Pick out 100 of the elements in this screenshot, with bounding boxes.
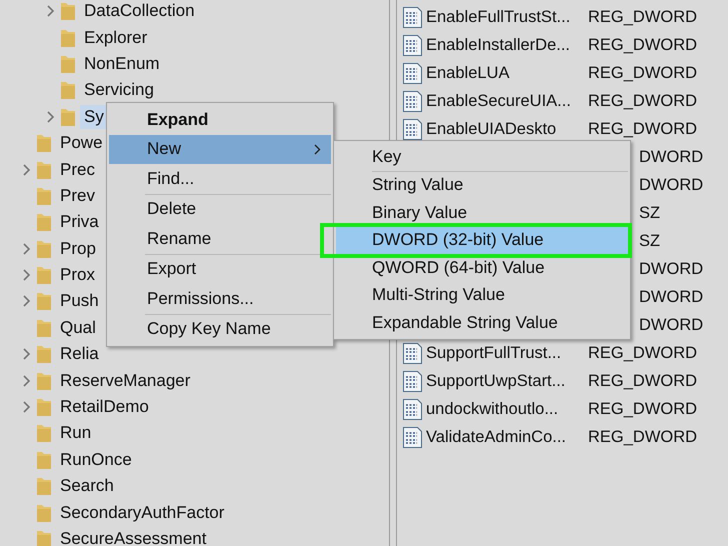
value-name[interactable]: EnableInstallerDe... — [426, 36, 588, 54]
value-name[interactable]: EnableLUA — [426, 64, 588, 82]
binary-value-icon — [403, 370, 422, 392]
tree-item[interactable]: DataCollection — [80, 0, 199, 24]
tree-item[interactable]: Run — [56, 421, 96, 446]
menu-item[interactable]: Delete — [109, 194, 331, 224]
folder-icon — [60, 1, 76, 22]
value-type: DWORD — [639, 260, 704, 278]
folder-icon — [36, 397, 52, 418]
binary-value-icon — [403, 34, 422, 56]
chevron-right-icon[interactable] — [47, 5, 55, 18]
folder-icon — [36, 344, 52, 364]
menu-item[interactable]: Find... — [109, 164, 331, 194]
value-type: REG_DWORD — [588, 36, 698, 54]
chevron-right-icon[interactable] — [23, 164, 31, 176]
tree-item[interactable]: Sy — [80, 104, 108, 129]
tree-item[interactable]: ReserveManager — [56, 368, 194, 393]
menu-item[interactable]: Expandable String Value — [336, 309, 628, 336]
folder-icon — [36, 370, 52, 391]
menu-item[interactable]: Multi-String Value — [336, 282, 628, 309]
value-name[interactable]: SupportUwpStart... — [426, 372, 588, 390]
folder-icon — [36, 450, 52, 470]
menu-item[interactable]: QWORD (64-bit) Value — [336, 254, 628, 282]
chevron-right-icon — [314, 144, 321, 155]
tree-item[interactable]: Priva — [56, 210, 103, 234]
chevron-right-icon[interactable] — [23, 242, 31, 255]
tree-item[interactable]: Search — [56, 474, 118, 498]
menu-item[interactable]: Rename — [109, 224, 331, 254]
folder-icon — [36, 238, 52, 259]
binary-value-icon — [403, 342, 422, 364]
menu-item[interactable]: DWORD (32-bit) Value — [336, 226, 628, 254]
chevron-right-icon[interactable] — [23, 401, 31, 414]
binary-value-icon — [403, 62, 422, 84]
value-type: REG_DWORD — [588, 120, 698, 138]
tree-item[interactable]: Push — [56, 289, 103, 314]
binary-value-icon — [403, 90, 422, 112]
value-type: DWORD — [639, 316, 704, 334]
folder-icon — [36, 318, 52, 338]
tree-item[interactable]: Qual — [56, 316, 100, 340]
tree-item[interactable]: Powe — [56, 131, 107, 156]
value-name[interactable]: undockwithoutlo... — [426, 400, 588, 418]
menu-item[interactable]: New — [109, 134, 331, 164]
folder-icon — [36, 529, 52, 546]
value-type: REG_DWORD — [588, 344, 698, 362]
tree-item[interactable]: RunOnce — [56, 448, 136, 472]
chevron-right-icon[interactable] — [23, 269, 31, 282]
menu-item[interactable]: Key — [336, 143, 628, 170]
binary-value-icon — [403, 118, 422, 140]
menu-item[interactable]: Copy Key Name — [109, 314, 331, 344]
value-name[interactable]: ValidateAdminCo... — [426, 428, 588, 446]
menu-item[interactable]: String Value — [336, 172, 628, 199]
value-name[interactable]: EnableUIADeskto — [426, 120, 588, 138]
value-type: REG_DWORD — [588, 8, 698, 26]
value-type: DWORD — [639, 288, 704, 306]
tree-item[interactable]: Prev — [56, 184, 99, 208]
menu-item[interactable]: Permissions... — [109, 284, 331, 314]
value-type: REG_DWORD — [588, 92, 698, 110]
chevron-right-icon[interactable] — [47, 110, 55, 123]
value-name[interactable]: EnableSecureUIA... — [426, 92, 588, 110]
chevron-right-icon[interactable] — [23, 295, 31, 308]
menu-item[interactable]: Expand — [109, 105, 331, 134]
folder-icon — [36, 423, 52, 444]
value-type: REG_DWORD — [588, 428, 698, 446]
folder-icon — [36, 186, 52, 206]
folder-icon — [60, 80, 76, 100]
value-type: SZ — [639, 232, 660, 250]
folder-icon — [36, 160, 52, 180]
tree-item[interactable]: Servicing — [80, 78, 158, 102]
menu-item[interactable]: Export — [109, 254, 331, 284]
tree-item[interactable]: SecureAssessment — [56, 527, 210, 546]
folder-icon — [36, 212, 52, 232]
tree-item[interactable]: Prop — [56, 236, 100, 261]
value-type: DWORD — [639, 148, 704, 166]
folder-icon — [36, 476, 52, 496]
value-type: DWORD — [639, 176, 704, 194]
tree-item[interactable]: Relia — [56, 342, 103, 366]
folder-icon — [36, 265, 52, 286]
tree-item[interactable]: NonEnum — [80, 52, 164, 76]
folder-icon — [60, 106, 76, 127]
binary-value-icon — [403, 426, 422, 448]
folder-icon — [60, 54, 76, 74]
tree-item[interactable]: Explorer — [80, 26, 152, 50]
folder-icon — [60, 28, 76, 48]
value-type: SZ — [639, 204, 660, 222]
binary-value-icon — [403, 398, 422, 420]
value-name[interactable]: EnableFullTrustSt... — [426, 8, 588, 26]
value-type: REG_DWORD — [588, 64, 698, 82]
value-name[interactable]: SupportFullTrust... — [426, 344, 588, 362]
tree-item[interactable]: SecondaryAuthFactor — [56, 500, 228, 525]
folder-icon — [36, 502, 52, 523]
chevron-right-icon[interactable] — [23, 348, 31, 360]
tree-item[interactable]: RetailDemo — [56, 395, 153, 420]
tree-item[interactable]: Prec — [56, 158, 99, 182]
folder-icon — [36, 291, 52, 312]
binary-value-icon — [403, 6, 422, 28]
menu-item[interactable]: Binary Value — [336, 199, 628, 226]
tree-item[interactable]: Prox — [56, 263, 99, 288]
value-type: REG_DWORD — [588, 372, 698, 390]
chevron-right-icon[interactable] — [23, 374, 31, 387]
value-type: REG_DWORD — [588, 400, 698, 418]
